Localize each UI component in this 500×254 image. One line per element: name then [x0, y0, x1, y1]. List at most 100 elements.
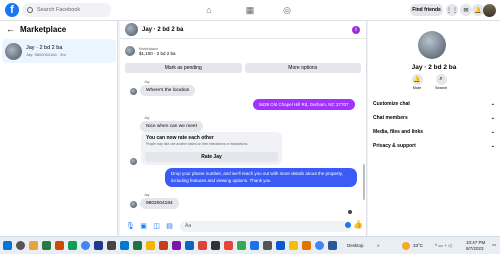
excel-icon[interactable]: [133, 241, 142, 250]
item-label: Chat members: [373, 115, 408, 121]
mute-button[interactable]: 🔔 Mute: [406, 74, 428, 90]
back-arrow-icon[interactable]: ←: [6, 24, 15, 34]
notification-icon[interactable]: ▭: [492, 242, 496, 248]
sidebar-header: ← Marketplace: [0, 21, 117, 37]
more-options-button[interactable]: More options: [244, 63, 361, 73]
tray-icons[interactable]: ^ ▭ ◔ ◁: [435, 243, 451, 249]
sender-label: Jay: [144, 80, 150, 84]
message-bubble: Where's the location: [140, 85, 196, 96]
sticker-icon[interactable]: ◫: [152, 222, 161, 231]
chat-title[interactable]: Jay · 2 bd 2 ba: [142, 27, 183, 33]
message-bubble: Nice when can we meet: [140, 121, 203, 132]
app-icon[interactable]: [29, 241, 38, 250]
word-icon[interactable]: [328, 241, 337, 250]
conversation-item[interactable]: Jay · 2 bd 2 ba Jay: 9802004184 · 5m: [2, 39, 116, 63]
app-icon[interactable]: [276, 241, 285, 250]
marketplace-sidebar: ← Marketplace Jay · 2 bd 2 ba Jay: 98020…: [0, 21, 118, 236]
message-bubble: 9802004184: [140, 198, 179, 209]
home-icon[interactable]: ⌂: [204, 5, 214, 15]
app-icon[interactable]: [159, 241, 168, 250]
app-icon[interactable]: [68, 241, 77, 250]
image-icon[interactable]: ▣: [139, 222, 148, 231]
app-icon[interactable]: [94, 241, 103, 250]
contact-name: Jay · 2 bd 2 ba: [411, 64, 457, 71]
mark-pending-button[interactable]: Mark as pending: [125, 63, 242, 73]
clock-date[interactable]: 8/7/2023: [466, 246, 484, 251]
chevron-down-icon: ⌄: [490, 129, 495, 135]
details-panel: Jay · 2 bd 2 ba 🔔 Mute ⌕ Search Customiz…: [368, 21, 500, 236]
marketplace-icon[interactable]: ▦: [245, 5, 255, 15]
avatar: [130, 158, 137, 165]
app-icon[interactable]: [211, 241, 220, 250]
card-subtitle: People may rate one another based on the…: [146, 142, 249, 146]
privacy-support-item[interactable]: Privacy & support ⌄: [373, 143, 495, 149]
media-files-item[interactable]: Media, files and links ⌄: [373, 129, 495, 135]
avatar[interactable]: [418, 31, 446, 59]
conversation-name: Jay · 2 bd 2 ba: [26, 45, 63, 51]
app-icon[interactable]: [224, 241, 233, 250]
app-icon[interactable]: [55, 241, 64, 250]
sidebar-title: Marketplace: [20, 24, 67, 34]
app-icon[interactable]: [237, 241, 246, 250]
search-input[interactable]: Search Facebook: [22, 3, 111, 17]
app-icon[interactable]: [263, 241, 272, 250]
search-icon[interactable]: [16, 241, 25, 250]
app-icon[interactable]: [120, 241, 129, 250]
like-icon[interactable]: 👍: [353, 220, 363, 229]
customize-chat-item[interactable]: Customize chat ⌄: [373, 101, 495, 107]
app-icon[interactable]: [146, 241, 155, 250]
info-icon[interactable]: i: [352, 26, 360, 34]
messenger-icon[interactable]: ✉: [460, 4, 472, 16]
weather-icon: [402, 242, 410, 250]
avatar: [130, 88, 137, 95]
rate-button[interactable]: Rate Jay: [145, 152, 278, 162]
listing-summary: Marketplace $1,100 · 2 bd 2 ba: [125, 46, 361, 56]
chrome-icon[interactable]: [81, 241, 90, 250]
app-icon[interactable]: [302, 241, 311, 250]
chat-header: Jay · 2 bd 2 ba i: [120, 21, 366, 39]
scrollbar[interactable]: [363, 164, 365, 200]
emoji-icon[interactable]: [345, 222, 351, 228]
sender-label: Jay: [144, 116, 150, 120]
avatar: [5, 42, 22, 60]
message-input[interactable]: Aa: [180, 220, 352, 232]
facebook-logo[interactable]: f: [5, 3, 19, 17]
app-icon[interactable]: [185, 241, 194, 250]
chevron-down-icon: ⌄: [490, 143, 495, 149]
avatar[interactable]: [125, 23, 138, 36]
search-icon: ⌕: [435, 74, 447, 85]
app-icon[interactable]: [289, 241, 298, 250]
search-button[interactable]: ⌕ Search: [430, 74, 452, 90]
app-icon[interactable]: [172, 241, 181, 250]
card-title: You can now rate each other: [146, 135, 214, 141]
groups-icon[interactable]: ◎: [282, 5, 292, 15]
profile-avatar[interactable]: [483, 4, 496, 17]
listing-thumbnail[interactable]: [125, 46, 135, 56]
search-label: Search: [434, 86, 448, 90]
item-label: Privacy & support: [373, 143, 416, 149]
avatar: [130, 201, 137, 208]
taskbar-chevron[interactable]: »: [377, 243, 380, 248]
weather-temp[interactable]: 33°C: [413, 243, 423, 248]
app-icon[interactable]: [42, 241, 51, 250]
clock-time[interactable]: 10:47 PM: [466, 240, 485, 245]
sender-label: Jay: [144, 193, 150, 197]
app-icon[interactable]: [198, 241, 207, 250]
chrome-icon[interactable]: [315, 241, 324, 250]
app-icon[interactable]: [250, 241, 259, 250]
item-label: Media, files and links: [373, 129, 424, 135]
chat-members-item[interactable]: Chat members ⌄: [373, 115, 495, 121]
gif-icon[interactable]: ▤: [165, 222, 174, 231]
windows-taskbar: Desktop » 33°C ^ ▭ ◔ ◁ 10:47 PM 8/7/2023…: [0, 236, 500, 254]
message-bubble: Drop your phone number, and we'll reach …: [165, 168, 357, 187]
taskbar-desktop-label[interactable]: Desktop: [347, 243, 364, 248]
rating-card: You can now rate each other People may r…: [141, 132, 282, 165]
microphone-icon[interactable]: 🎙: [126, 222, 135, 231]
app-icon[interactable]: [107, 241, 116, 250]
find-friends-button[interactable]: Find friends: [410, 4, 443, 16]
mute-label: Mute: [412, 86, 422, 90]
start-icon[interactable]: [3, 241, 12, 250]
chevron-down-icon: ⌄: [490, 101, 495, 107]
listing-price: $1,100 · 2 bd 2 ba: [139, 50, 176, 56]
menu-icon[interactable]: ⋮⋮: [446, 4, 458, 16]
